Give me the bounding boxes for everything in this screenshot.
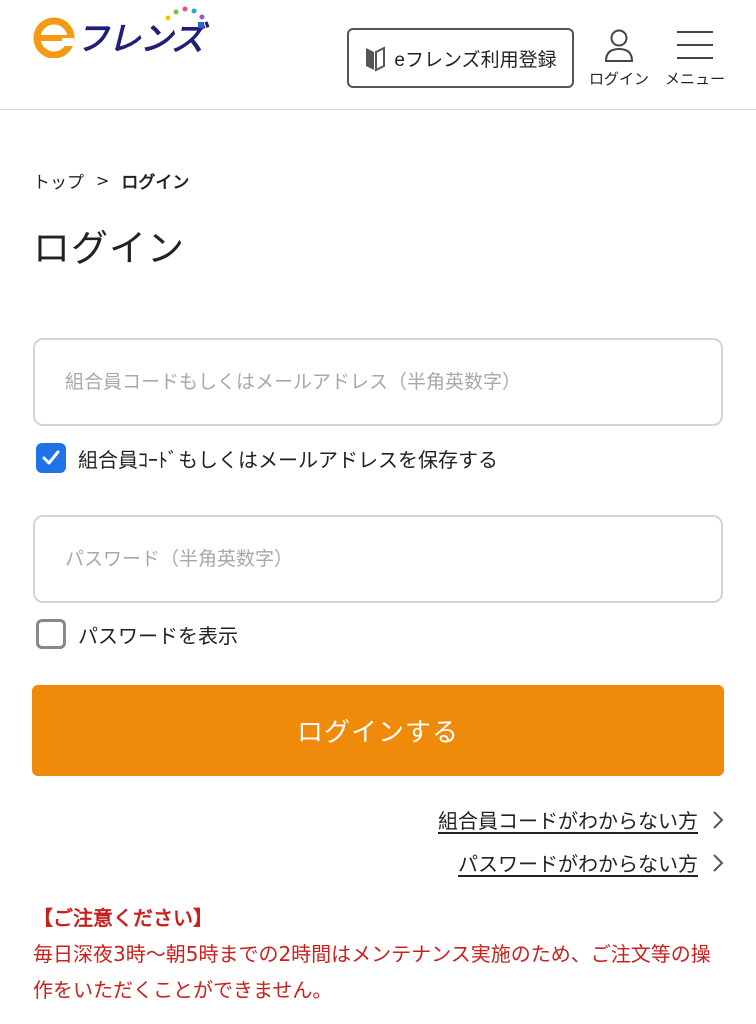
- header-login-link[interactable]: ログイン: [586, 28, 652, 94]
- header-menu-label: メニュー: [664, 70, 725, 88]
- header-menu-button[interactable]: メニュー: [660, 28, 730, 94]
- beginner-mark-icon: [366, 46, 386, 72]
- logo-dots-icon: [165, 6, 205, 28]
- password-input[interactable]: [33, 515, 723, 603]
- hamburger-menu-icon: [677, 31, 713, 59]
- member-code-or-email-input[interactable]: [33, 338, 723, 426]
- efriends-logo[interactable]: フレンズ: [32, 6, 212, 58]
- forgot-member-code-link[interactable]: 組合員コードがわからない方: [438, 805, 724, 834]
- forgot-member-code-label: 組合員コードがわからない方: [438, 809, 698, 833]
- register-button-label: eフレンズ利用登録: [394, 49, 557, 71]
- chevron-right-icon: [713, 853, 724, 872]
- notice-title: 【ご注意ください】: [33, 906, 213, 930]
- user-icon: [604, 29, 634, 62]
- site-header: フレンズ eフレンズ利用登録 ログイン メニュー: [0, 0, 756, 110]
- forgot-password-label: パスワードがわからない方: [458, 852, 698, 876]
- save-credentials-checkbox[interactable]: [36, 443, 66, 473]
- breadcrumb: トップ > ログイン: [33, 168, 189, 193]
- breadcrumb-current: ログイン: [121, 173, 190, 193]
- show-password-checkbox-row[interactable]: パスワードを表示: [36, 619, 238, 649]
- save-credentials-label: 組合員ｺｰﾄﾞもしくはメールアドレスを保存する: [78, 447, 498, 472]
- breadcrumb-home[interactable]: トップ: [33, 168, 84, 193]
- checkmark-icon: [42, 450, 60, 465]
- chevron-right-icon: [713, 810, 724, 829]
- save-credentials-checkbox-row[interactable]: 組合員ｺｰﾄﾞもしくはメールアドレスを保存する: [36, 443, 498, 473]
- breadcrumb-separator: >: [96, 171, 110, 190]
- show-password-label: パスワードを表示: [78, 623, 238, 648]
- logo-e-icon: [33, 17, 75, 58]
- forgot-password-link[interactable]: パスワードがわからない方: [458, 848, 724, 877]
- login-submit-label: ログインする: [296, 717, 459, 747]
- register-button[interactable]: eフレンズ利用登録: [347, 28, 574, 88]
- header-login-label: ログイン: [588, 70, 649, 88]
- page-title: ログイン: [33, 227, 185, 270]
- show-password-checkbox[interactable]: [36, 619, 66, 649]
- login-submit-button[interactable]: ログインする: [32, 685, 724, 776]
- notice-body: 毎日深夜3時〜朝5時までの2時間はメンテナンス実施のため、ご注文等の操作をいただ…: [33, 942, 711, 1002]
